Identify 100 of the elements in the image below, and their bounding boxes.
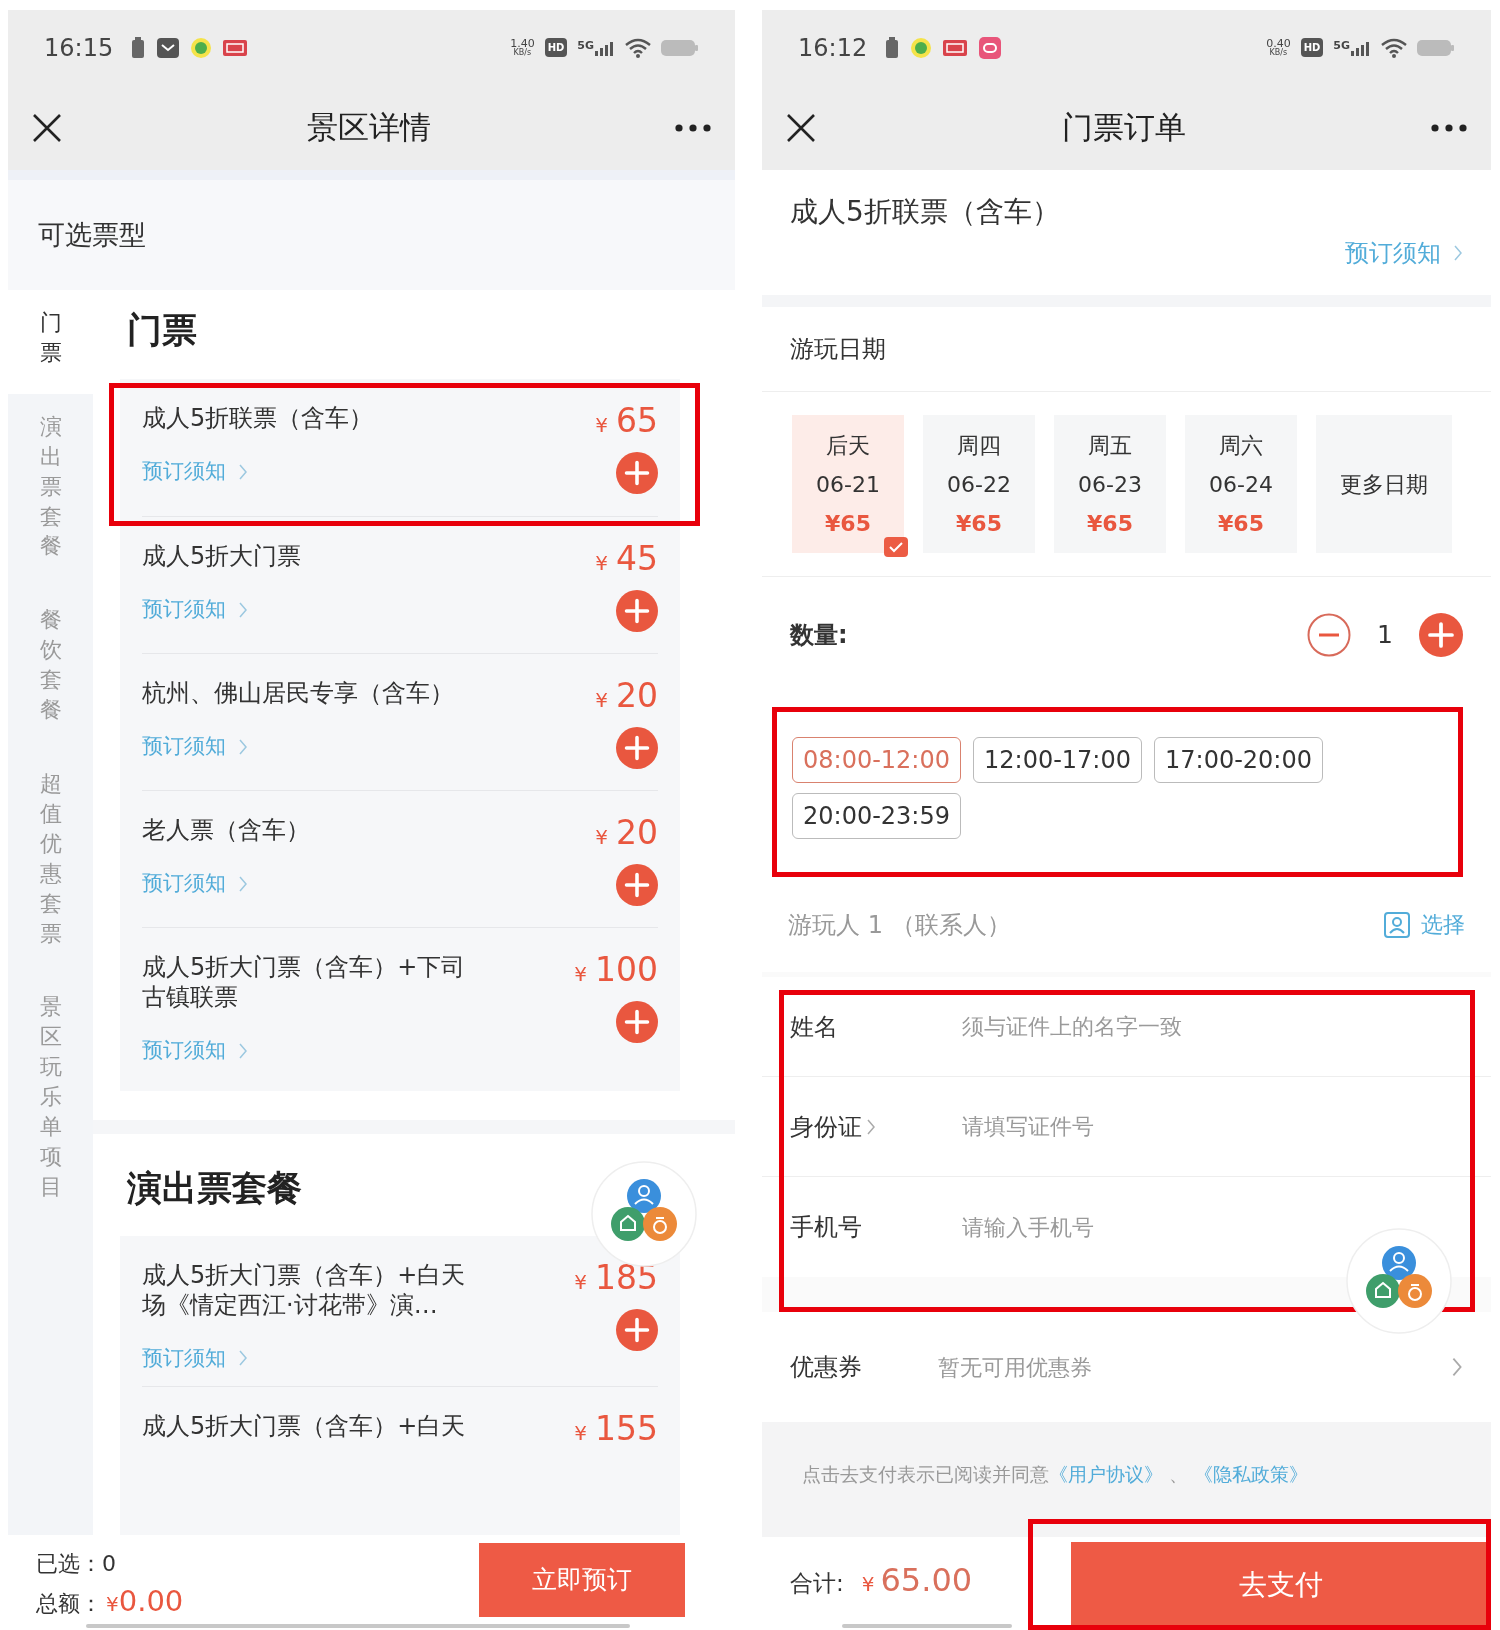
close-icon[interactable] [786,112,816,143]
page-title: 景区详情 [306,108,431,148]
minus-icon[interactable] [1307,612,1352,657]
ticket-price: 155 [595,1411,658,1447]
network-type: 5G [577,39,594,51]
date-option[interactable]: 周六 06-24 ¥65 [1185,415,1297,553]
ticket-name: 成人5折大门票（含车）+下司 [142,952,466,983]
hd-indicator: HD [1300,38,1324,57]
time-slot-option[interactable]: 08:00-12:00 [792,737,961,783]
field-label: 手机号 [790,1212,862,1243]
total-amount: 0.00 [118,1583,184,1620]
status-time: 16:12 [798,32,868,64]
chevron-icon [238,463,248,482]
field-label: 姓名 [790,1011,838,1043]
chevron-icon [238,1042,248,1061]
app-badge-icon [223,39,248,56]
status-time: 16:15 [44,32,114,64]
signal-icon [595,39,615,56]
currency-symbol: ¥ [595,550,608,578]
booking-notice-link[interactable]: 预订须知 [142,1342,466,1374]
booking-notice-link[interactable]: 预订须知 [142,868,310,900]
wifi-icon [1381,37,1407,58]
date-option[interactable]: 周五 06-23 ¥65 [1054,415,1166,553]
text-input[interactable]: 请输入手机号 [962,1210,1463,1244]
choose-visitor-link[interactable]: 选择 [1383,908,1465,941]
battery-icon [1417,37,1455,58]
text-input[interactable]: 须与证件上的名字一致 [962,1010,1463,1043]
plus-icon[interactable] [616,727,658,770]
ticket-name: 成人5折大门票 [142,541,302,572]
plus-icon[interactable] [616,590,658,633]
booking-notice-link[interactable]: 预订须知 [142,456,374,488]
close-icon[interactable] [32,112,62,143]
section-title: 演出票套餐 [127,1167,302,1208]
booking-notice-link[interactable]: 预订须知 [1345,235,1463,271]
ticket-name: 成人5折大门票（含车）+白天 [142,1411,466,1441]
currency-symbol: ¥ [106,1591,119,1618]
time-slot-option[interactable]: 17:00-20:00 [1154,737,1323,783]
plus-icon[interactable] [1419,612,1463,657]
ticket-name: 老人票（含车） [142,815,310,846]
chevron-icon [238,738,248,757]
category-tab[interactable]: 超值优惠套票 [8,750,93,975]
category-tab[interactable]: 餐饮套餐 [8,587,93,751]
plus-icon[interactable] [616,452,658,495]
booking-notice-link[interactable]: 预订须知 [142,594,302,626]
total-label: 总额： [36,1590,102,1618]
app-badge-icon [943,39,968,56]
ticket-name: 成人5折联票（含车） [142,403,374,434]
ticket-price: 100 [595,952,658,989]
check-icon [884,537,908,557]
field-label: 游玩日期 [790,334,886,365]
field-label: 身份证 [790,1111,862,1143]
coupon-label: 优惠券 [790,1352,863,1383]
agreement-link[interactable]: 《隐私政策》 [1194,1463,1309,1486]
speed-unit: KB/s [513,49,532,57]
time-slot-option[interactable]: 20:00-23:59 [792,793,961,839]
contact-card-icon [1383,910,1411,939]
quantity-label: 数量: [790,619,848,651]
app-icon [979,36,1002,59]
more-icon[interactable] [675,123,711,132]
category-tab[interactable]: 门票 [8,290,93,394]
category-tab[interactable]: 景区玩乐单项目 [8,974,93,1228]
visitor-label: 游玩人 1 （联系人） [788,909,1011,941]
more-icon[interactable] [1431,123,1467,132]
chevron-icon [238,1349,248,1368]
currency-symbol: ¥ [595,824,608,852]
plus-icon[interactable] [616,1001,658,1044]
booking-notice-link[interactable]: 预订须知 [142,731,454,763]
category-tab[interactable]: 演出票套餐 [8,393,93,588]
ticket-name: 古镇联票 [142,982,239,1013]
agreement-link[interactable]: 《用户协议》 [1049,1463,1163,1486]
date-option[interactable]: 周四 06-22 ¥65 [923,415,1035,553]
ticket-price: 65 [616,403,658,440]
text-input[interactable]: 请填写证件号 [962,1110,1463,1143]
currency-symbol: ¥ [595,687,608,715]
agreement-text: 点击去支付表示已阅读并同意《用户协议》 、 《隐私政策》 [802,1462,1309,1488]
total-label: 合计: [790,1568,844,1598]
booking-notice-link[interactable]: 预订须知 [142,1035,466,1067]
floating-service-icon[interactable] [1345,1227,1453,1335]
network-type: 5G [1333,39,1350,51]
more-dates-button[interactable]: 更多日期 [1316,415,1452,553]
plus-icon[interactable] [616,864,658,907]
wifi-icon [625,37,651,58]
battery-saver-icon [885,36,900,59]
app-icon [911,37,932,58]
currency-symbol: ¥ [861,1570,875,1598]
hd-indicator: HD [544,38,568,57]
book-now-button[interactable]: 立即预订 [479,1543,685,1617]
page-title: 门票订单 [1061,108,1186,148]
app-icon [191,37,212,58]
currency-symbol: ¥ [595,412,608,440]
ticket-price: 20 [616,815,658,852]
ticket-name: 成人5折大门票（含车）+白天 [142,1259,466,1290]
selected-label: 已选： [36,1550,102,1578]
plus-icon[interactable] [616,1308,658,1351]
section-heading: 可选票型 [38,217,146,252]
selected-count: 0 [102,1550,116,1578]
time-slot-option[interactable]: 12:00-17:00 [973,737,1142,783]
chevron-icon [1451,1356,1463,1378]
total-amount: 65.00 [880,1559,973,1601]
currency-symbol: ¥ [574,1420,587,1447]
